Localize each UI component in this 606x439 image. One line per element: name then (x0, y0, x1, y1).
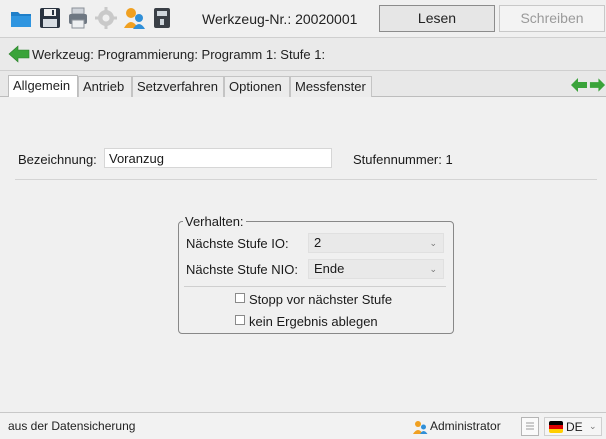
document-icon[interactable] (521, 417, 539, 436)
status-message: aus der Datensicherung (8, 419, 136, 433)
previous-arrow-icon[interactable] (570, 77, 588, 93)
chevron-down-icon: ⌄ (589, 421, 597, 431)
user-name: Administrator (430, 419, 501, 433)
next-stage-nio-label: Nächste Stufe NIO: (186, 262, 298, 277)
next-stage-nio-value: Ende (314, 261, 345, 276)
tab-bar: Allgemein Antrieb Setzverfahren Optionen… (0, 71, 606, 98)
next-stage-io-select[interactable]: 2 ⌄ (308, 233, 444, 253)
name-input[interactable] (104, 148, 332, 168)
breadcrumb-text: Werkzeug: Programmierung: Programm 1: St… (32, 47, 326, 62)
folder-icon[interactable] (9, 6, 33, 30)
language-code: DE (566, 420, 583, 434)
save-icon[interactable] (38, 6, 62, 30)
next-arrow-icon[interactable] (589, 77, 606, 93)
status-bar: aus der Datensicherung Administrator DE … (0, 412, 606, 439)
divider (15, 179, 597, 180)
stage-number-label: Stufennummer: 1 (353, 152, 453, 167)
no-result-checkbox[interactable] (235, 315, 245, 325)
next-stage-io-value: 2 (314, 235, 322, 250)
tab-messfenster[interactable]: Messfenster (290, 76, 372, 97)
language-select[interactable]: DE ⌄ (544, 417, 602, 436)
back-arrow-icon[interactable] (8, 44, 30, 64)
name-label: Bezeichnung: (18, 152, 97, 167)
tab-setzverfahren[interactable]: Setzverfahren (132, 76, 224, 97)
tool-number: Werkzeug-Nr.: 20020001 (202, 11, 358, 27)
print-icon[interactable] (66, 6, 90, 30)
toolbar: Werkzeug-Nr.: 20020001 Lesen Schreiben (0, 0, 606, 38)
next-stage-nio-select[interactable]: Ende ⌄ (308, 259, 444, 279)
behavior-group-title: Verhalten: (183, 214, 246, 229)
settings-icon[interactable] (94, 6, 118, 30)
chevron-down-icon: ⌄ (429, 264, 437, 274)
no-result-label: kein Ergebnis ablegen (249, 314, 378, 329)
write-button[interactable]: Schreiben (499, 5, 605, 32)
read-button[interactable]: Lesen (379, 5, 495, 32)
group-divider (184, 286, 446, 287)
stop-before-next-checkbox[interactable] (235, 293, 245, 303)
tab-optionen[interactable]: Optionen (224, 76, 290, 97)
content-panel: Bezeichnung: Stufennummer: 1 Verhalten: … (0, 97, 606, 412)
tab-allgemein[interactable]: Allgemein (8, 75, 78, 98)
tab-antrieb[interactable]: Antrieb (78, 76, 132, 97)
chevron-down-icon: ⌄ (429, 238, 437, 248)
user-icon (413, 421, 428, 434)
german-flag-icon (549, 421, 563, 433)
next-stage-io-label: Nächste Stufe IO: (186, 236, 289, 251)
breadcrumb: Werkzeug: Programmierung: Programm 1: St… (0, 38, 606, 71)
device-icon[interactable] (150, 6, 174, 30)
user-icon[interactable] (122, 6, 146, 30)
stop-before-next-label: Stopp vor nächster Stufe (249, 292, 393, 307)
